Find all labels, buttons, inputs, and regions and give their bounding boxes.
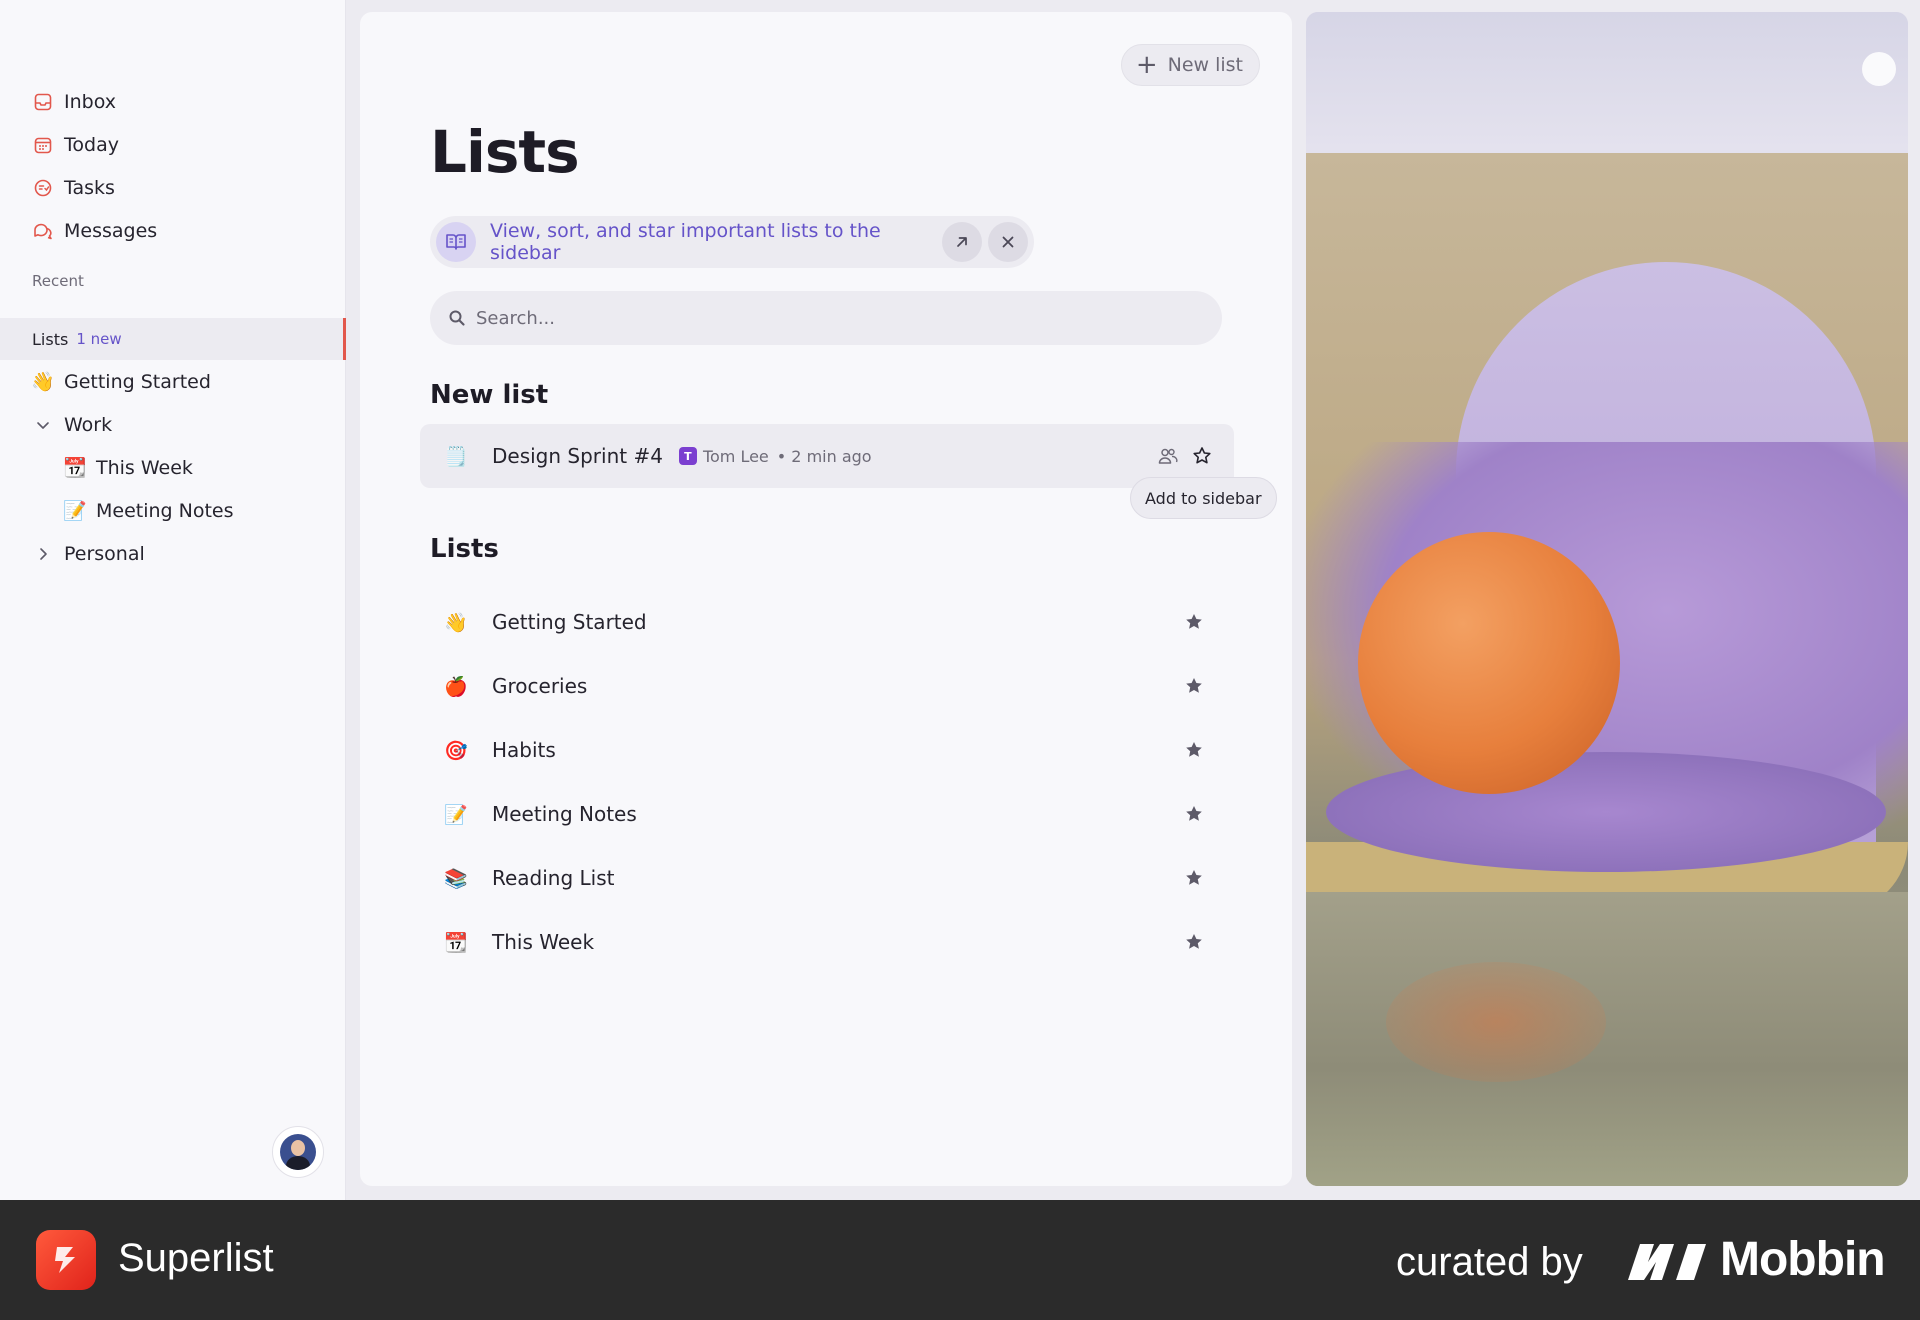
star-icon[interactable]	[1184, 676, 1204, 696]
hero-illustration	[1306, 12, 1908, 1186]
mobbin-wordmark: Mobbin	[1720, 1233, 1886, 1286]
hint-text: View, sort, and star important lists to …	[490, 220, 881, 264]
calendar-emoji-icon: 📆	[63, 457, 87, 479]
user-avatar[interactable]	[272, 1126, 324, 1178]
sidebar-item-tasks[interactable]: Tasks	[0, 166, 346, 209]
lists-label: Lists	[32, 329, 69, 349]
wave-emoji-icon: 👋	[31, 371, 55, 393]
sidebar-item-label: Inbox	[64, 90, 116, 113]
close-icon	[1002, 236, 1014, 248]
brand-name: Superlist	[118, 1236, 274, 1280]
recent-section-label: Recent	[32, 272, 84, 290]
new-list-button[interactable]: + New list	[1120, 44, 1260, 86]
list-name: Habits	[492, 738, 556, 762]
hero-reflection	[1386, 962, 1606, 1082]
recent-list-item[interactable]: 🗒️ Design Sprint #4 T Tom Lee • 2 min ag…	[420, 424, 1234, 488]
wave-emoji-icon: 👋	[444, 611, 468, 634]
hero-orange-sphere	[1358, 532, 1620, 794]
calendar-emoji-icon: 📆	[444, 931, 468, 954]
sidebar-item-lists[interactable]: Lists 1 new	[0, 318, 346, 360]
list-name: This Week	[492, 930, 595, 954]
main-panel: + New list Lists View, sort, and star im…	[360, 12, 1292, 1186]
arrow-up-right-icon	[957, 237, 967, 247]
sidebar-item-today[interactable]: Today	[0, 123, 346, 166]
curated-by-text: curated by	[1396, 1240, 1583, 1284]
list-item[interactable]: 🎯 Habits	[420, 718, 1234, 782]
list-item[interactable]: 👋 Getting Started	[420, 590, 1234, 654]
search-bar[interactable]	[430, 291, 1222, 345]
footer-banner: Superlist curated by Mobbin	[0, 1200, 1920, 1320]
avatar-image	[280, 1134, 316, 1170]
sidebar-item-this-week[interactable]: 📆 This Week	[0, 446, 346, 489]
tasks-icon	[32, 177, 54, 199]
add-to-sidebar-tooltip: Add to sidebar	[1130, 477, 1277, 519]
sidebar-item-getting-started[interactable]: 👋 Getting Started	[0, 360, 346, 403]
sidebar-item-label: Meeting Notes	[96, 499, 234, 522]
hint-banner: View, sort, and star important lists to …	[430, 216, 1034, 268]
list-item[interactable]: 📚 Reading List	[420, 846, 1234, 910]
list-item[interactable]: 📆 This Week	[420, 910, 1234, 974]
list-name: Getting Started	[492, 610, 647, 634]
sidebar-nav: Inbox Today Tasks Messages	[0, 80, 346, 252]
new-list-button-label: New list	[1167, 54, 1243, 76]
calendar-icon	[32, 134, 54, 156]
notepad-emoji-icon: 🗒️	[444, 445, 468, 468]
page-title: Lists	[430, 118, 580, 186]
hero-grass-island	[1326, 752, 1886, 872]
sidebar-item-label: Getting Started	[64, 370, 211, 393]
list-name: Groceries	[492, 674, 588, 698]
lists-list: 👋 Getting Started 🍎 Groceries 🎯 Habits 📝…	[420, 590, 1234, 974]
memo-emoji-icon: 📝	[444, 803, 468, 826]
sidebar-item-label: This Week	[96, 456, 193, 479]
star-icon[interactable]	[1184, 612, 1204, 632]
sidebar-item-personal[interactable]: Personal	[0, 532, 346, 575]
open-hint-button[interactable]	[942, 222, 982, 262]
share-users-icon[interactable]	[1158, 447, 1178, 465]
user-initial-badge: T	[678, 447, 697, 465]
list-item[interactable]: 📝 Meeting Notes	[420, 782, 1234, 846]
list-item[interactable]: 🍎 Groceries	[420, 654, 1234, 718]
sidebar-item-messages[interactable]: Messages	[0, 209, 346, 252]
target-emoji-icon: 🎯	[444, 739, 468, 762]
chevron-down-icon[interactable]	[30, 417, 56, 433]
book-icon	[436, 222, 476, 262]
list-name: Reading List	[492, 866, 615, 890]
search-icon	[449, 310, 465, 326]
sidebar: Inbox Today Tasks Messages Recent Lists …	[0, 0, 346, 1200]
search-input[interactable]	[476, 307, 1176, 329]
hero-moon	[1862, 52, 1896, 86]
sidebar-item-work[interactable]: Work	[0, 403, 346, 446]
lists-heading: Lists	[430, 534, 499, 564]
books-emoji-icon: 📚	[444, 867, 468, 890]
list-name: Meeting Notes	[492, 802, 637, 826]
star-icon[interactable]	[1184, 804, 1204, 824]
chevron-right-icon[interactable]	[30, 546, 56, 562]
sidebar-item-label: Messages	[64, 219, 158, 242]
star-icon[interactable]	[1184, 932, 1204, 952]
hero-sky	[1306, 12, 1908, 150]
memo-emoji-icon: 📝	[63, 500, 87, 522]
sidebar-item-label: Work	[64, 413, 113, 436]
list-name: Design Sprint #4	[492, 444, 663, 468]
mobbin-logo-icon	[1628, 1244, 1706, 1280]
sidebar-item-meeting-notes[interactable]: 📝 Meeting Notes	[0, 489, 346, 532]
inbox-icon	[32, 91, 54, 113]
sidebar-item-label: Today	[64, 133, 119, 156]
sidebar-item-inbox[interactable]: Inbox	[0, 80, 346, 123]
plus-icon: +	[1135, 50, 1158, 80]
superlist-logo-icon	[36, 1230, 96, 1290]
star-outline-icon[interactable]	[1192, 446, 1212, 466]
list-owner: Tom Lee	[702, 446, 769, 466]
sidebar-item-label: Tasks	[64, 176, 115, 199]
list-timestamp: • 2 min ago	[776, 446, 872, 466]
new-count-badge: 1 new	[76, 330, 122, 348]
star-icon[interactable]	[1184, 868, 1204, 888]
dismiss-hint-button[interactable]	[988, 222, 1028, 262]
apple-emoji-icon: 🍎	[444, 675, 468, 698]
messages-icon	[32, 220, 54, 242]
sidebar-item-label: Personal	[64, 542, 145, 565]
sidebar-tree: 👋 Getting Started Work 📆 This Week 📝 Mee…	[0, 360, 346, 575]
new-list-heading: New list	[430, 380, 549, 410]
star-icon[interactable]	[1184, 740, 1204, 760]
